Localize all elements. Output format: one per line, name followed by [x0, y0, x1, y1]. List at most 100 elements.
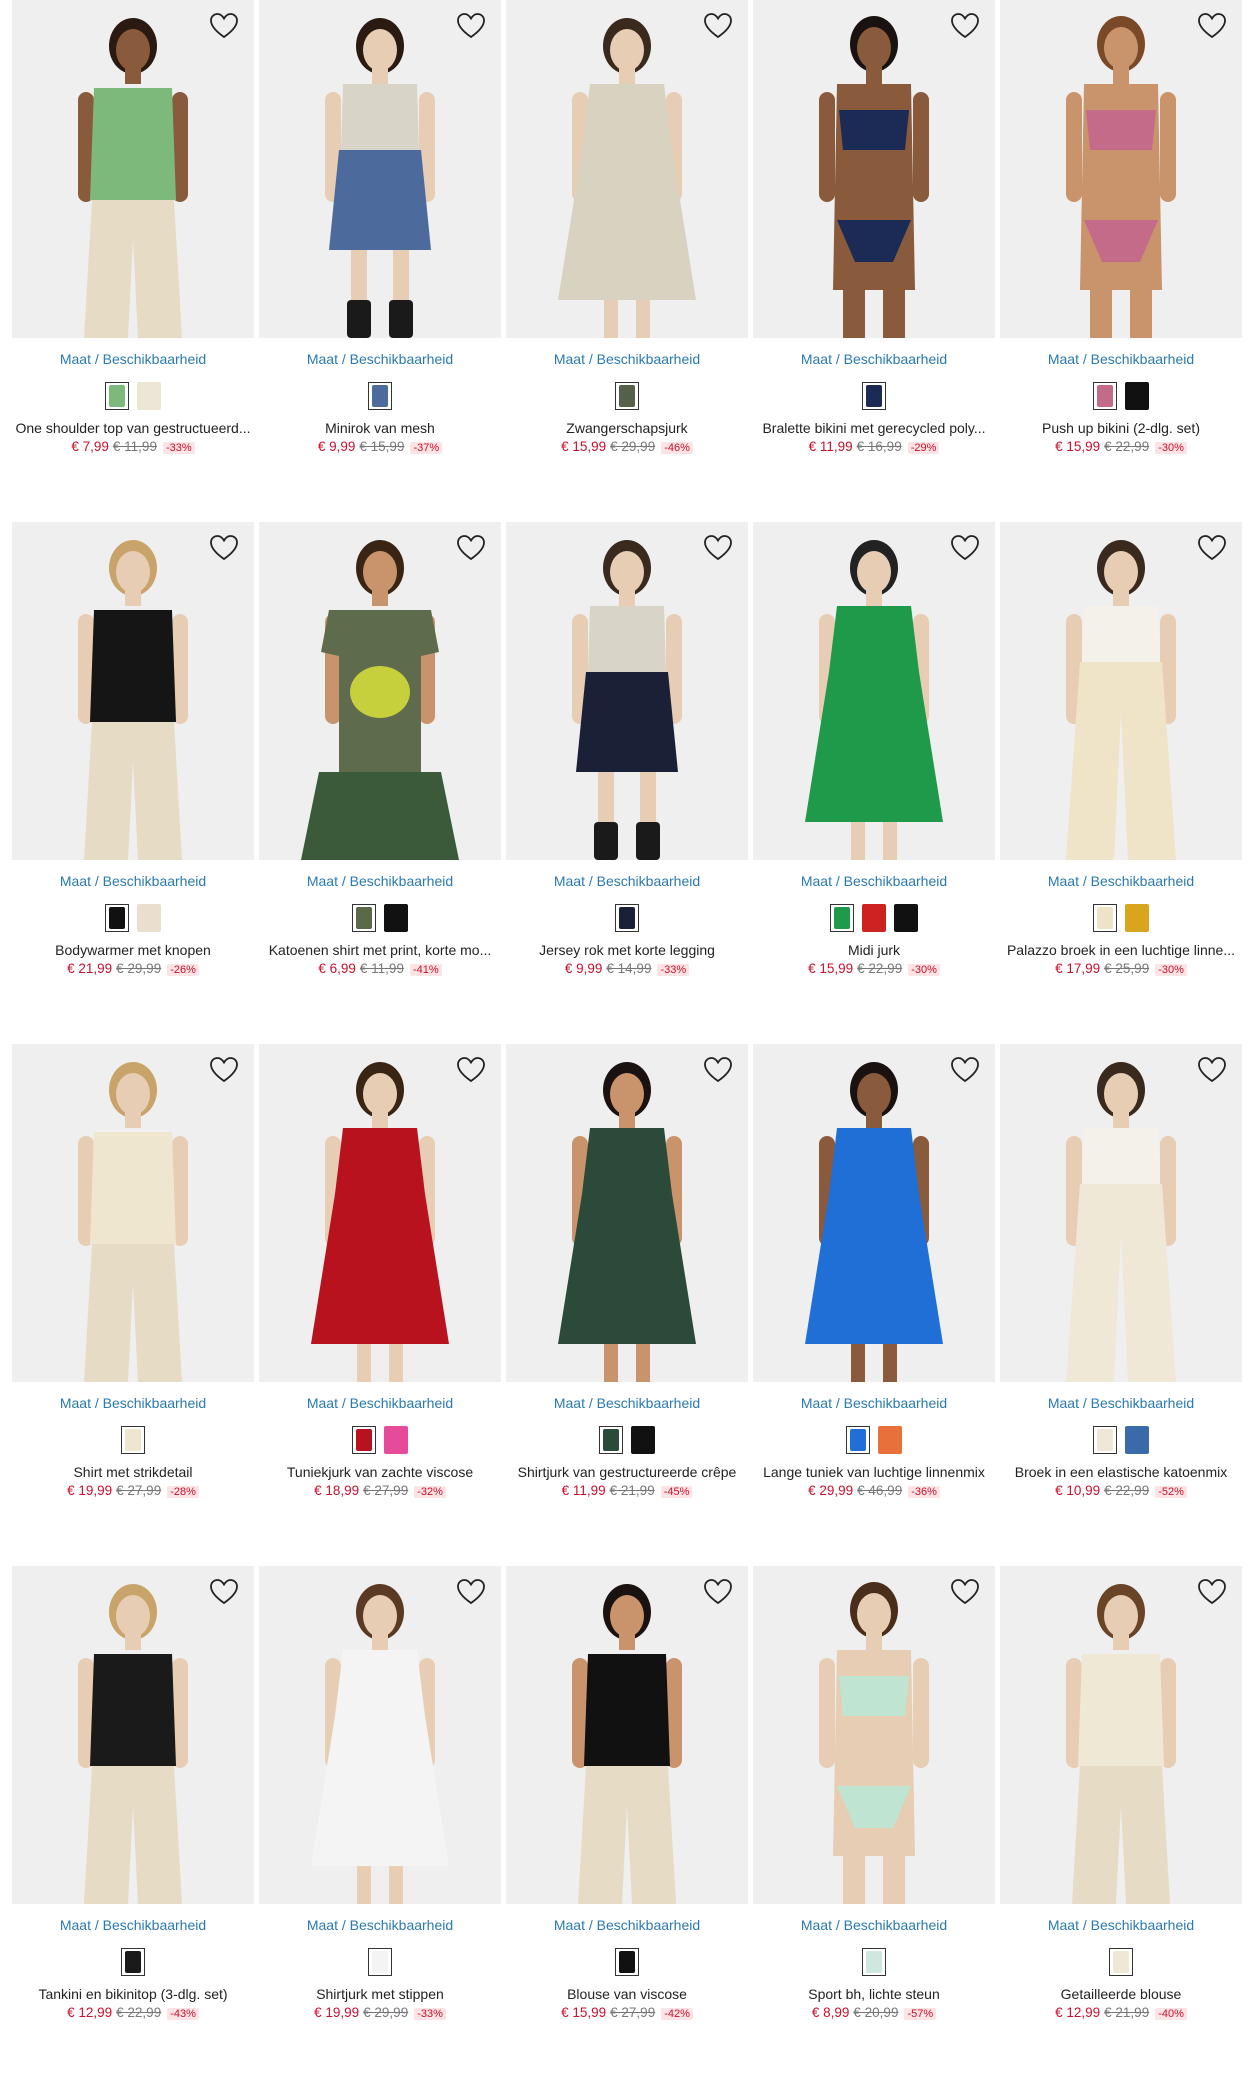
- color-swatch[interactable]: [105, 904, 129, 932]
- product-image[interactable]: [753, 1566, 995, 1904]
- product-card[interactable]: Maat / Beschikbaarheid Katoenen shirt me…: [259, 522, 501, 978]
- color-swatch[interactable]: [1109, 1948, 1133, 1976]
- product-image[interactable]: [12, 1044, 254, 1382]
- product-name[interactable]: Blouse van viscose: [506, 1984, 748, 2004]
- heart-icon[interactable]: [208, 1576, 240, 1608]
- product-card[interactable]: Maat / Beschikbaarheid Shirtjurk van ges…: [506, 1044, 748, 1500]
- size-availability-link[interactable]: Maat / Beschikbaarheid: [12, 872, 254, 890]
- product-image[interactable]: [12, 0, 254, 338]
- product-image[interactable]: [259, 522, 501, 860]
- product-image[interactable]: [506, 1566, 748, 1904]
- product-image[interactable]: [506, 522, 748, 860]
- heart-icon[interactable]: [1196, 532, 1228, 564]
- product-name[interactable]: Shirtjurk met stippen: [259, 1984, 501, 2004]
- product-name[interactable]: Sport bh, lichte steun: [753, 1984, 995, 2004]
- color-swatch[interactable]: [1093, 1426, 1117, 1454]
- size-availability-link[interactable]: Maat / Beschikbaarheid: [1000, 1916, 1242, 1934]
- product-image[interactable]: [1000, 1566, 1242, 1904]
- product-image[interactable]: [12, 1566, 254, 1904]
- color-swatch[interactable]: [846, 1426, 870, 1454]
- product-card[interactable]: Maat / Beschikbaarheid Shirt met strikde…: [12, 1044, 254, 1500]
- product-image[interactable]: [506, 0, 748, 338]
- color-swatch[interactable]: [121, 1426, 145, 1454]
- color-swatch[interactable]: [384, 904, 408, 932]
- size-availability-link[interactable]: Maat / Beschikbaarheid: [259, 1916, 501, 1934]
- product-image[interactable]: [259, 1566, 501, 1904]
- product-card[interactable]: Maat / Beschikbaarheid Midi jurk € 15,99…: [753, 522, 995, 978]
- product-card[interactable]: Maat / Beschikbaarheid Push up bikini (2…: [1000, 0, 1242, 456]
- heart-icon[interactable]: [949, 10, 981, 42]
- heart-icon[interactable]: [1196, 10, 1228, 42]
- color-swatch[interactable]: [615, 382, 639, 410]
- color-swatch[interactable]: [1125, 382, 1149, 410]
- product-name[interactable]: Broek in een elastische katoenmix: [1000, 1462, 1242, 1482]
- product-card[interactable]: Maat / Beschikbaarheid Broek in een elas…: [1000, 1044, 1242, 1500]
- size-availability-link[interactable]: Maat / Beschikbaarheid: [259, 350, 501, 368]
- color-swatch[interactable]: [1125, 904, 1149, 932]
- product-name[interactable]: Midi jurk: [753, 940, 995, 960]
- heart-icon[interactable]: [949, 532, 981, 564]
- color-swatch[interactable]: [894, 904, 918, 932]
- product-image[interactable]: [259, 1044, 501, 1382]
- product-name[interactable]: Jersey rok met korte legging: [506, 940, 748, 960]
- heart-icon[interactable]: [1196, 1054, 1228, 1086]
- heart-icon[interactable]: [455, 532, 487, 564]
- product-name[interactable]: Lange tuniek van luchtige linnenmix: [753, 1462, 995, 1482]
- product-card[interactable]: Maat / Beschikbaarheid Getailleerde blou…: [1000, 1566, 1242, 2022]
- color-swatch[interactable]: [121, 1948, 145, 1976]
- color-swatch[interactable]: [631, 1426, 655, 1454]
- product-card[interactable]: Maat / Beschikbaarheid One shoulder top …: [12, 0, 254, 456]
- product-card[interactable]: Maat / Beschikbaarheid Sport bh, lichte …: [753, 1566, 995, 2022]
- size-availability-link[interactable]: Maat / Beschikbaarheid: [506, 1916, 748, 1934]
- heart-icon[interactable]: [455, 10, 487, 42]
- product-name[interactable]: Bralette bikini met gerecycled poly...: [753, 418, 995, 438]
- color-swatch[interactable]: [615, 904, 639, 932]
- size-availability-link[interactable]: Maat / Beschikbaarheid: [753, 1916, 995, 1934]
- heart-icon[interactable]: [455, 1576, 487, 1608]
- product-name[interactable]: One shoulder top van gestructueerd...: [12, 418, 254, 438]
- product-card[interactable]: Maat / Beschikbaarheid Shirtjurk met sti…: [259, 1566, 501, 2022]
- product-image[interactable]: [753, 522, 995, 860]
- size-availability-link[interactable]: Maat / Beschikbaarheid: [506, 350, 748, 368]
- size-availability-link[interactable]: Maat / Beschikbaarheid: [1000, 1394, 1242, 1412]
- product-name[interactable]: Getailleerde blouse: [1000, 1984, 1242, 2004]
- heart-icon[interactable]: [702, 532, 734, 564]
- product-name[interactable]: Shirtjurk van gestructureerde crêpe: [506, 1462, 748, 1482]
- color-swatch[interactable]: [1093, 382, 1117, 410]
- color-swatch[interactable]: [1125, 1426, 1149, 1454]
- heart-icon[interactable]: [702, 1054, 734, 1086]
- product-card[interactable]: Maat / Beschikbaarheid Bodywarmer met kn…: [12, 522, 254, 978]
- product-name[interactable]: Shirt met strikdetail: [12, 1462, 254, 1482]
- color-swatch[interactable]: [137, 904, 161, 932]
- product-name[interactable]: Push up bikini (2-dlg. set): [1000, 418, 1242, 438]
- color-swatch[interactable]: [352, 904, 376, 932]
- color-swatch[interactable]: [878, 1426, 902, 1454]
- size-availability-link[interactable]: Maat / Beschikbaarheid: [753, 350, 995, 368]
- heart-icon[interactable]: [455, 1054, 487, 1086]
- product-card[interactable]: Maat / Beschikbaarheid Tankini en bikini…: [12, 1566, 254, 2022]
- heart-icon[interactable]: [1196, 1576, 1228, 1608]
- color-swatch[interactable]: [862, 382, 886, 410]
- size-availability-link[interactable]: Maat / Beschikbaarheid: [259, 1394, 501, 1412]
- product-image[interactable]: [506, 1044, 748, 1382]
- heart-icon[interactable]: [702, 10, 734, 42]
- product-card[interactable]: Maat / Beschikbaarheid Lange tuniek van …: [753, 1044, 995, 1500]
- product-name[interactable]: Minirok van mesh: [259, 418, 501, 438]
- product-image[interactable]: [259, 0, 501, 338]
- size-availability-link[interactable]: Maat / Beschikbaarheid: [753, 1394, 995, 1412]
- product-card[interactable]: Maat / Beschikbaarheid Tuniekjurk van za…: [259, 1044, 501, 1500]
- heart-icon[interactable]: [208, 1054, 240, 1086]
- color-swatch[interactable]: [830, 904, 854, 932]
- size-availability-link[interactable]: Maat / Beschikbaarheid: [1000, 872, 1242, 890]
- color-swatch[interactable]: [137, 382, 161, 410]
- product-image[interactable]: [753, 1044, 995, 1382]
- color-swatch[interactable]: [862, 904, 886, 932]
- color-swatch[interactable]: [862, 1948, 886, 1976]
- product-image[interactable]: [12, 522, 254, 860]
- heart-icon[interactable]: [702, 1576, 734, 1608]
- product-card[interactable]: Maat / Beschikbaarheid Minirok van mesh …: [259, 0, 501, 456]
- size-availability-link[interactable]: Maat / Beschikbaarheid: [12, 350, 254, 368]
- product-image[interactable]: [1000, 522, 1242, 860]
- color-swatch[interactable]: [384, 1426, 408, 1454]
- size-availability-link[interactable]: Maat / Beschikbaarheid: [12, 1394, 254, 1412]
